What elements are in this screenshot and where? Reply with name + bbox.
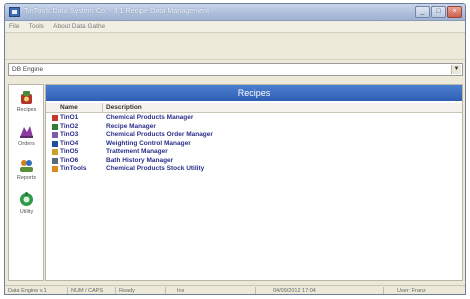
database-select-value: DB Engine [12,66,44,73]
status-divider [165,287,166,294]
list-item[interactable]: TinO6 Bath History Manager [46,157,462,166]
item-name: TinO4 [60,139,79,147]
menu-tools[interactable]: Tools [25,21,47,30]
window-title: TinTools Data System Co. - 3.1 Recipe Da… [24,8,210,15]
item-description: Recipe Manager [106,122,156,130]
program-icon [52,166,58,172]
item-description: Weighting Control Manager [106,139,191,147]
item-name: TinO2 [60,122,79,130]
sidebar-item-label: Reports [16,175,37,181]
item-description: Bath History Manager [106,156,174,164]
list-item[interactable]: TinO1 Chemical Products Manager [46,114,462,123]
program-icon [52,157,58,164]
recipes-panel: Recipes Name Description TinO1 Chemical … [45,84,463,281]
application-window: TinTools Data System Co. - 3.1 Recipe Da… [4,3,466,295]
sidebar-item-orders[interactable]: Orders [11,121,42,153]
status-divider [255,287,256,294]
title-bar[interactable]: TinTools Data System Co. - 3.1 Recipe Da… [5,4,465,21]
list-item[interactable]: TinO3 Chemical Products Order Manager [46,131,462,140]
recipes-icon [18,89,35,106]
status-divider [67,287,68,294]
item-name: TinTools [60,165,87,172]
program-icon [52,132,58,138]
item-name: TinO5 [60,148,79,155]
status-bar: Data Engine v.1 NUM / CAPS Ready Ins 04/… [5,285,465,294]
minimize-button[interactable]: _ [415,6,430,18]
app-icon [9,7,20,17]
chevron-down-icon[interactable]: ▼ [451,65,461,74]
reports-icon [18,157,35,174]
program-icon [52,123,58,130]
toolbar-area [5,34,465,60]
program-icon [52,149,58,155]
item-name: TinO6 [60,156,79,164]
status-divider [115,287,116,294]
sidebar: Recipes Orders Reports Utility [8,84,44,281]
list-item[interactable]: TinTools Chemical Products Stock Utility [46,165,462,174]
column-header-name[interactable]: Name [60,104,78,111]
status-keys: NUM / CAPS [71,288,104,294]
orders-icon [18,123,35,140]
list-item[interactable]: TinO5 Trattement Manager [46,148,462,157]
status-state: Ready [119,288,135,294]
item-name: TinO1 [60,114,79,121]
sidebar-item-label: Utility [19,209,34,215]
column-headers: Name Description [46,103,462,113]
menu-file[interactable]: File [5,21,22,30]
status-insert: Ins [177,288,185,294]
sidebar-item-label: Orders [18,141,35,147]
status-datetime: 04/09/2012 17:04 [273,288,316,294]
close-button[interactable]: × [447,6,462,18]
list-item[interactable]: TinO4 Weighting Control Manager [46,140,462,149]
item-description: Chemical Products Stock Utility [106,165,205,172]
program-icon [52,140,58,147]
database-select[interactable]: DB Engine ▼ [8,63,463,76]
program-icon [52,115,58,121]
item-name: TinO3 [60,131,79,138]
status-divider [383,287,384,294]
column-divider[interactable] [102,103,103,113]
recipe-list: TinO1 Chemical Products Manager TinO2 Re… [46,114,462,174]
sidebar-item-reports[interactable]: Reports [11,155,42,187]
item-description: Chemical Products Order Manager [106,131,213,138]
menu-about[interactable]: About Data Gathe [49,21,108,30]
item-description: Chemical Products Manager [106,114,194,121]
sidebar-item-recipes[interactable]: Recipes [11,87,42,119]
maximize-button[interactable]: □ [431,6,446,18]
column-header-description[interactable]: Description [106,104,142,111]
status-engine: Data Engine v.1 [8,288,47,294]
sidebar-item-label: Recipes [16,107,37,113]
panel-title: Recipes [46,85,462,101]
sidebar-item-utility[interactable]: Utility [11,189,42,221]
item-description: Trattement Manager [106,148,168,155]
list-item[interactable]: TinO2 Recipe Manager [46,123,462,132]
utility-icon [18,191,35,208]
menu-bar: File Tools About Data Gathe [5,21,465,33]
status-user: User: Franz [397,288,426,294]
